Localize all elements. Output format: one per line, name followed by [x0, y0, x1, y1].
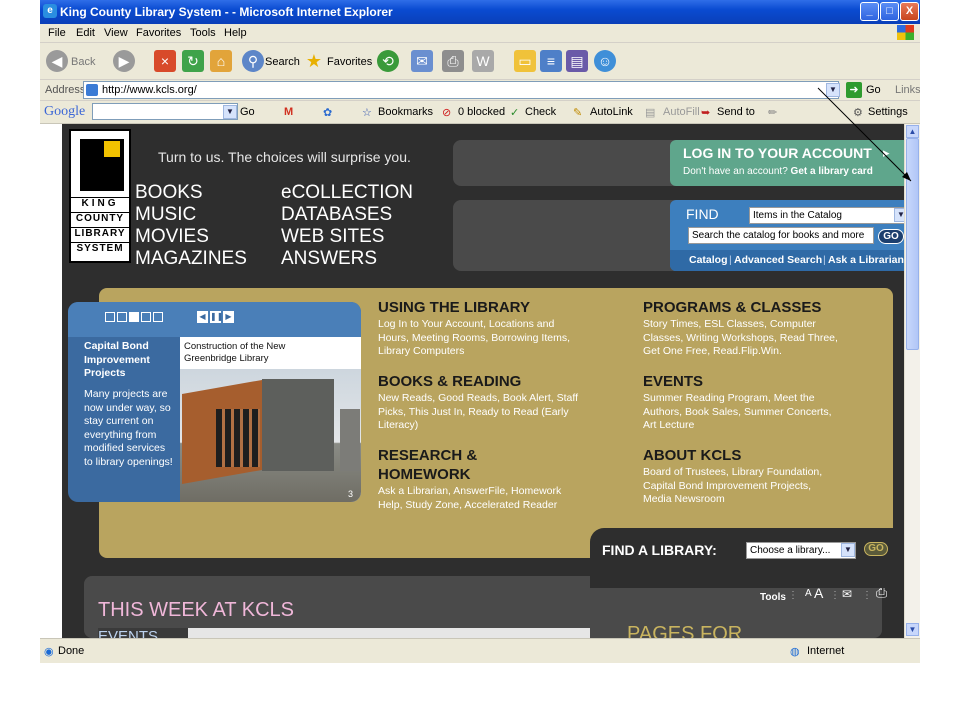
annotation-arrow — [817, 87, 912, 182]
